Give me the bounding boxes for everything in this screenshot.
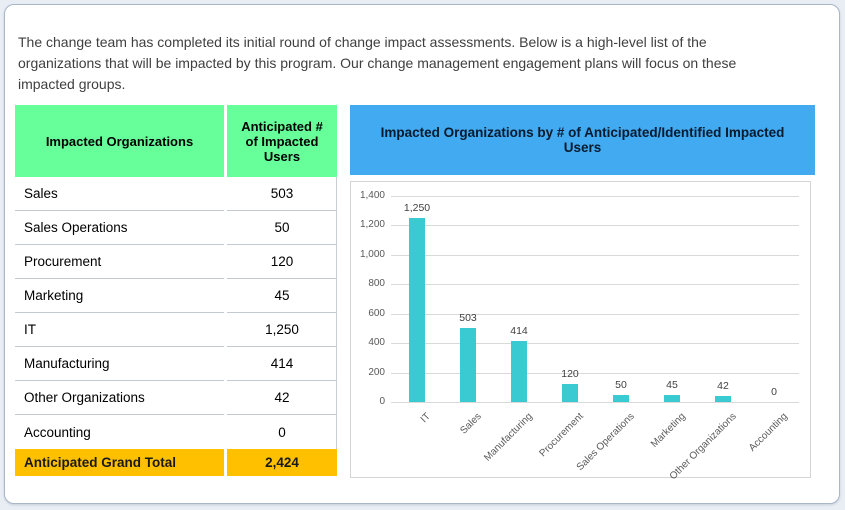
bar-marketing: [664, 395, 680, 402]
x-axis-category-label: IT: [418, 411, 433, 426]
table-header-users: Anticipated # of Impacted Users: [227, 105, 337, 177]
bar-chart: 0 200 400 600 800 1,000 1,200 1,400 1,250 IT 503 Sa…: [350, 181, 811, 482]
y-axis-tick-label: 200: [368, 367, 385, 378]
org-name-cell: Accounting: [24, 424, 91, 440]
gridline: [391, 402, 799, 403]
user-count-cell: 50: [227, 211, 337, 245]
org-name-cell: Sales Operations: [15, 211, 224, 245]
gridline: [391, 196, 799, 197]
user-count-cell: 503: [227, 177, 337, 211]
y-axis-tick-label: 600: [368, 308, 385, 319]
y-axis-tick-label: 800: [368, 278, 385, 289]
org-name-cell: Manufacturing: [15, 347, 224, 381]
grand-total-value-cell: 2,424: [227, 449, 337, 476]
y-axis-tick-label: 400: [368, 337, 385, 348]
gridline: [391, 225, 799, 226]
user-count-cell: 414: [227, 347, 337, 381]
chart-title-banner: Impacted Organizations by # of Anticipat…: [350, 105, 815, 175]
bar-sales-operations: [613, 395, 629, 402]
gridline: [391, 284, 799, 285]
y-axis-tick-label: 1,000: [359, 249, 385, 260]
org-name-cell: Other Organizations: [15, 381, 224, 415]
slide-card: The change team has completed its initia…: [4, 4, 840, 504]
intro-paragraph: The change team has completed its initia…: [18, 34, 737, 92]
bar-value-label: 1,250: [403, 202, 431, 214]
user-count-cell: 120: [227, 245, 337, 279]
bar-other-organizations: [715, 396, 731, 402]
bar-sales: [460, 328, 476, 402]
bar-it: [409, 218, 425, 402]
bar-value-label: 503: [459, 312, 477, 324]
user-count-cell: 45: [227, 279, 337, 313]
user-count-cell: 0: [278, 424, 286, 440]
y-axis-tick-label: 1,400: [359, 190, 385, 201]
impact-table: Impacted Organizations Anticipated # of I…: [15, 105, 337, 476]
gridline: [391, 343, 799, 344]
user-count-cell: 1,250: [227, 313, 337, 347]
bar-manufacturing: [511, 341, 527, 402]
grand-total-label-cell: Anticipated Grand Total: [15, 449, 224, 476]
org-name-cell: Procurement: [15, 245, 224, 279]
user-count-cell: 42: [227, 381, 337, 415]
y-axis-tick-label: 0: [379, 396, 385, 407]
y-axis-tick-label: 1,200: [359, 219, 385, 230]
bar-value-label: 414: [510, 325, 528, 337]
org-name-cell: IT: [15, 313, 224, 347]
bar-value-label: 0: [771, 386, 777, 398]
gridline: [391, 255, 799, 256]
org-name-cell: Sales: [15, 177, 224, 211]
org-name-cell: Marketing: [15, 279, 224, 313]
table-header-orgs: Impacted Organizations: [15, 105, 224, 177]
bar-procurement: [562, 384, 578, 402]
